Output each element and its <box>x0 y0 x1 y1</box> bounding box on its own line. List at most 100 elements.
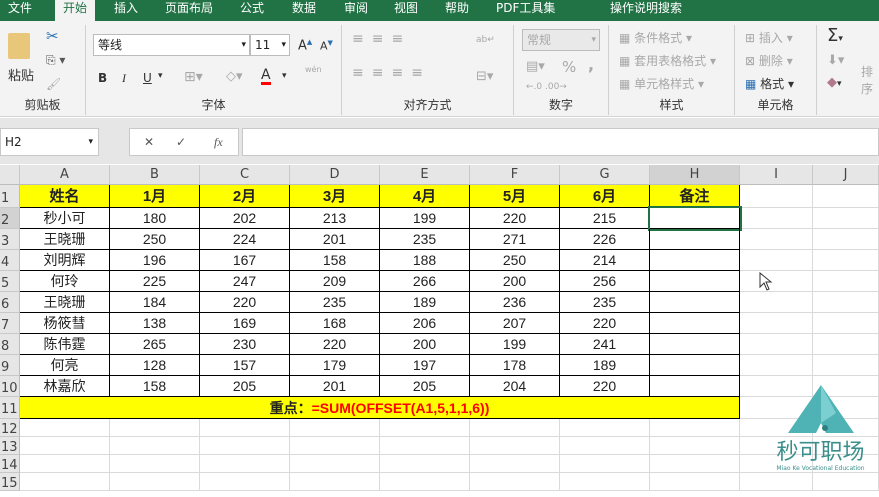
empty-cell[interactable] <box>813 334 879 355</box>
tab-3[interactable]: 页面布局 <box>157 0 221 21</box>
table-header-cell[interactable]: 3月 <box>290 185 380 208</box>
empty-cell[interactable] <box>813 271 879 292</box>
merge-icon[interactable]: ⊟▾ <box>476 69 493 84</box>
empty-cell[interactable] <box>290 437 380 455</box>
table-cell[interactable]: 158 <box>290 250 380 271</box>
empty-cell[interactable] <box>560 455 650 473</box>
table-cell[interactable]: 138 <box>110 313 200 334</box>
column-header-G[interactable]: G <box>560 165 650 185</box>
empty-cell[interactable] <box>813 355 879 376</box>
table-cell[interactable]: 266 <box>380 271 470 292</box>
table-cell[interactable]: 241 <box>560 334 650 355</box>
table-cell[interactable]: 247 <box>200 271 290 292</box>
table-header-cell[interactable]: 姓名 <box>20 185 110 208</box>
empty-cell[interactable] <box>813 250 879 271</box>
empty-cell[interactable] <box>740 313 813 334</box>
table-cell[interactable] <box>650 292 740 313</box>
row-header-9[interactable]: 9 <box>0 355 20 376</box>
note-row[interactable]: 重点：=SUM(OFFSET(A1,5,1,1,6)) <box>20 397 740 419</box>
table-cell[interactable]: 236 <box>470 292 560 313</box>
column-header-E[interactable]: E <box>380 165 470 185</box>
empty-cell[interactable] <box>470 419 560 437</box>
conditional-format-button[interactable]: ▦ 条件格式 ▾ <box>619 29 692 46</box>
tab-0[interactable]: 文件 <box>0 0 40 21</box>
cancel-icon[interactable]: ✕ <box>144 129 154 155</box>
empty-cell[interactable] <box>650 419 740 437</box>
table-cell[interactable] <box>650 355 740 376</box>
column-header-C[interactable]: C <box>200 165 290 185</box>
empty-cell[interactable] <box>813 292 879 313</box>
empty-cell[interactable] <box>740 229 813 250</box>
table-cell[interactable]: 刘明辉 <box>20 250 110 271</box>
italic-button[interactable]: I <box>122 71 126 86</box>
table-cell[interactable]: 197 <box>380 355 470 376</box>
column-header-A[interactable]: A <box>20 165 110 185</box>
tab-2[interactable]: 插入 <box>106 0 146 21</box>
table-cell[interactable]: 128 <box>110 355 200 376</box>
underline-dropdown-icon[interactable]: ▾ <box>158 71 163 81</box>
percent-button[interactable]: % <box>562 58 576 76</box>
empty-cell[interactable] <box>813 208 879 229</box>
table-cell[interactable]: 188 <box>380 250 470 271</box>
empty-cell[interactable] <box>290 419 380 437</box>
format-cells-button[interactable]: ▦ 格式 ▾ <box>745 75 794 92</box>
table-cell[interactable]: 199 <box>380 208 470 229</box>
empty-cell[interactable] <box>20 473 110 491</box>
table-cell[interactable]: 215 <box>560 208 650 229</box>
table-cell[interactable]: 256 <box>560 271 650 292</box>
format-as-table-button[interactable]: ▦ 套用表格格式 ▾ <box>619 52 716 69</box>
table-cell[interactable] <box>650 271 740 292</box>
table-cell[interactable]: 180 <box>110 208 200 229</box>
table-cell[interactable]: 235 <box>380 229 470 250</box>
row-header-8[interactable]: 8 <box>0 334 20 355</box>
table-cell[interactable]: 271 <box>470 229 560 250</box>
font-color-dropdown-icon[interactable]: ▾ <box>282 71 287 81</box>
column-header-B[interactable]: B <box>110 165 200 185</box>
sort-button[interactable]: 排序 <box>861 63 879 97</box>
table-cell[interactable]: 250 <box>110 229 200 250</box>
empty-cell[interactable] <box>560 473 650 491</box>
empty-cell[interactable] <box>20 419 110 437</box>
row-header-7[interactable]: 7 <box>0 313 20 334</box>
table-cell[interactable]: 204 <box>470 376 560 397</box>
delete-cells-button[interactable]: ⊠ 删除 ▾ <box>745 52 793 69</box>
empty-cell[interactable] <box>740 355 813 376</box>
table-cell[interactable]: 250 <box>470 250 560 271</box>
horizontal-align-icons[interactable]: ≡≡≡≡ <box>352 65 431 81</box>
empty-cell[interactable] <box>20 437 110 455</box>
format-painter-icon[interactable]: 🖌 <box>46 77 61 91</box>
table-cell[interactable]: 214 <box>560 250 650 271</box>
table-cell[interactable] <box>650 334 740 355</box>
empty-cell[interactable] <box>740 292 813 313</box>
empty-cell[interactable] <box>380 455 470 473</box>
empty-cell[interactable] <box>560 419 650 437</box>
empty-cell[interactable] <box>290 473 380 491</box>
table-header-cell[interactable]: 2月 <box>200 185 290 208</box>
vertical-align-icons[interactable]: ≡≡≡ <box>352 31 411 47</box>
empty-cell[interactable] <box>200 437 290 455</box>
empty-cell[interactable] <box>200 455 290 473</box>
empty-cell[interactable] <box>110 419 200 437</box>
table-cell[interactable]: 169 <box>200 313 290 334</box>
column-header-I[interactable]: I <box>740 165 813 185</box>
empty-cell[interactable] <box>470 455 560 473</box>
table-cell[interactable]: 秒小可 <box>20 208 110 229</box>
empty-cell[interactable] <box>650 473 740 491</box>
table-header-cell[interactable]: 6月 <box>560 185 650 208</box>
empty-cell[interactable] <box>813 313 879 334</box>
table-cell[interactable]: 220 <box>290 334 380 355</box>
table-cell[interactable]: 230 <box>200 334 290 355</box>
name-box[interactable]: H2 ▾ <box>0 128 99 156</box>
tab-1[interactable]: 开始 <box>55 0 96 21</box>
phonetic-button[interactable]: wén <box>305 65 322 74</box>
table-cell[interactable]: 209 <box>290 271 380 292</box>
table-cell[interactable] <box>650 250 740 271</box>
underline-button[interactable]: U <box>143 71 152 85</box>
row-header-5[interactable]: 5 <box>0 271 20 292</box>
table-cell[interactable]: 179 <box>290 355 380 376</box>
insert-function-icon[interactable]: fx <box>214 129 223 155</box>
table-cell[interactable]: 陈伟霆 <box>20 334 110 355</box>
font-color-icon[interactable]: A <box>261 68 271 85</box>
row-header-2[interactable]: 2 <box>0 208 20 229</box>
tab-8[interactable]: 帮助 <box>437 0 477 21</box>
